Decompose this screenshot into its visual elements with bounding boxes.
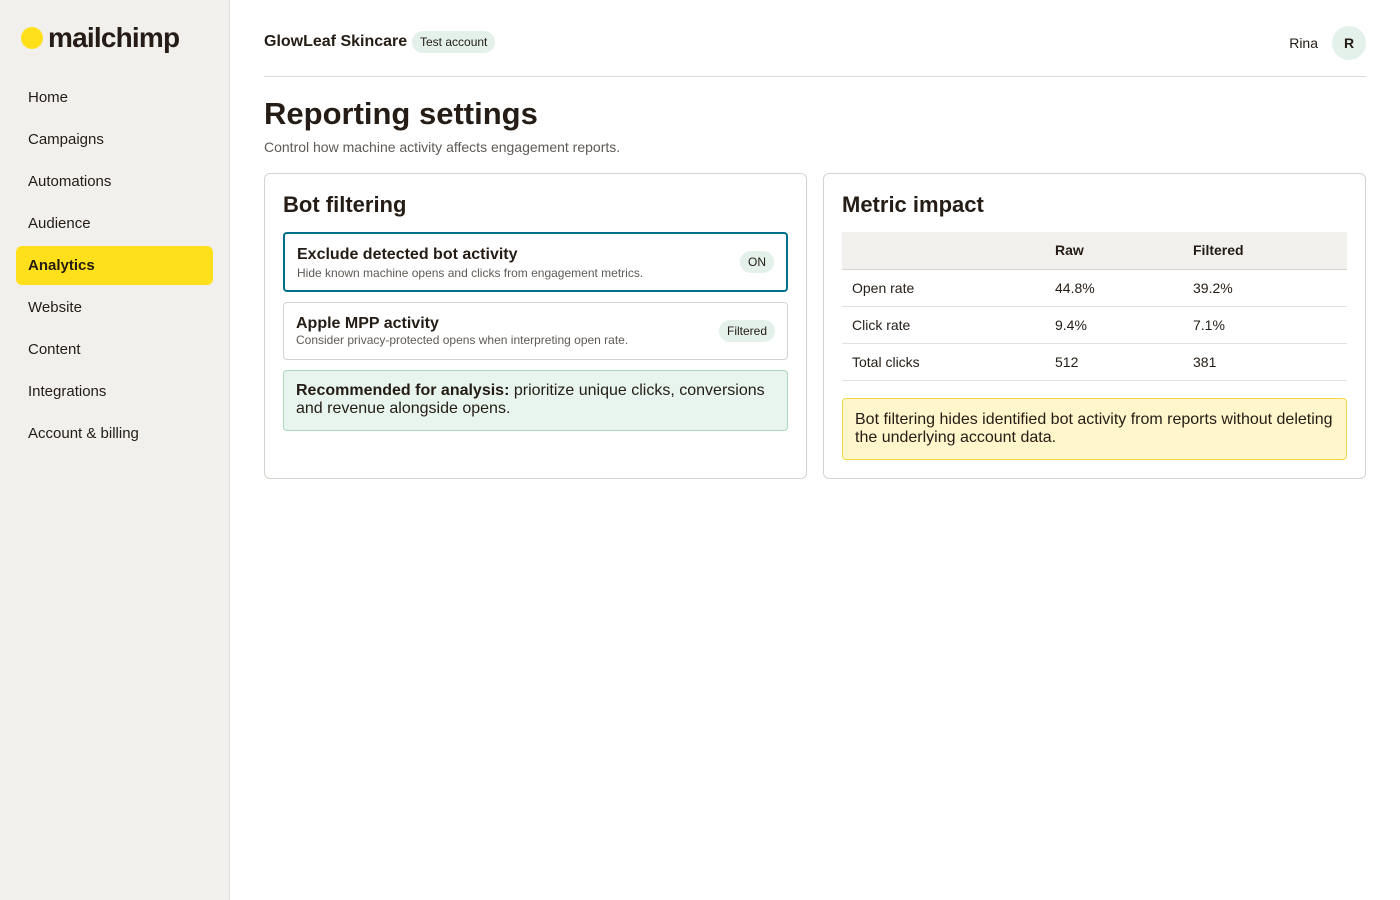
filtered-value: 7.1% <box>1183 306 1347 344</box>
table-row: Total clicks 512 381 <box>842 343 1347 381</box>
raw-value: 44.8% <box>1045 269 1183 307</box>
sidebar-item-automations[interactable]: Automations <box>16 162 213 201</box>
option-description: Consider privacy-protected opens when in… <box>296 333 629 347</box>
sidebar-item-website[interactable]: Website <box>16 288 213 327</box>
table-row: Open rate 44.8% 39.2% <box>842 269 1347 307</box>
metric-name: Click rate <box>842 306 1045 344</box>
top-bar: GlowLeaf Skincare Test account Rina R <box>264 0 1366 77</box>
column-header-filtered: Filtered <box>1183 232 1347 270</box>
filtered-status-badge[interactable]: Filtered <box>718 320 775 342</box>
page-subtitle: Control how machine activity affects eng… <box>264 139 621 155</box>
sidebar-nav: Home Campaigns Automations Audience Anal… <box>16 78 213 456</box>
filtered-value: 381 <box>1183 343 1347 381</box>
filtered-value: 39.2% <box>1183 269 1347 307</box>
exclude-bot-activity-option[interactable]: Exclude detected bot activity Hide known… <box>283 232 788 292</box>
bot-filtering-notice: Bot filtering hides identified bot activ… <box>842 398 1347 460</box>
sidebar-item-integrations[interactable]: Integrations <box>16 372 213 411</box>
main-content: GlowLeaf Skincare Test account Rina R Re… <box>264 0 1366 479</box>
raw-value: 9.4% <box>1045 306 1183 344</box>
metric-impact-title: Metric impact <box>842 192 984 217</box>
metric-impact-table: Raw Filtered Open rate 44.8% 39.2% Click… <box>842 232 1347 381</box>
test-account-badge: Test account <box>412 31 496 53</box>
recommendation-callout: Recommended for analysis: prioritize uni… <box>283 370 788 431</box>
option-title: Exclude detected bot activity <box>297 246 518 263</box>
metric-impact-card: Metric impact Raw Filtered Open rate 44.… <box>823 173 1366 479</box>
page-title: Reporting settings <box>264 96 538 131</box>
sidebar-item-analytics[interactable]: Analytics <box>16 246 213 285</box>
table-header-row: Raw Filtered <box>842 232 1347 270</box>
option-description: Hide known machine opens and clicks from… <box>297 266 644 280</box>
sidebar-item-account-billing[interactable]: Account & billing <box>16 414 213 453</box>
logo-mark-icon <box>21 27 43 49</box>
sidebar-item-audience[interactable]: Audience <box>16 204 213 243</box>
account-name[interactable]: GlowLeaf Skincare <box>264 33 407 51</box>
apple-mpp-option[interactable]: Apple MPP activity Consider privacy-prot… <box>283 302 788 360</box>
brand-logo[interactable]: mailchimp <box>21 22 180 54</box>
option-title: Apple MPP activity <box>296 315 439 332</box>
column-header-metric <box>842 232 1045 270</box>
sidebar-item-content[interactable]: Content <box>16 330 213 369</box>
raw-value: 512 <box>1045 343 1183 381</box>
sidebar-item-campaigns[interactable]: Campaigns <box>16 120 213 159</box>
avatar[interactable]: R <box>1332 26 1366 60</box>
metric-name: Open rate <box>842 269 1045 307</box>
table-row: Click rate 9.4% 7.1% <box>842 306 1347 344</box>
on-toggle-badge[interactable]: ON <box>740 251 774 273</box>
sidebar-item-home[interactable]: Home <box>16 78 213 117</box>
user-name[interactable]: Rina <box>1289 35 1318 51</box>
recommendation-label: Recommended for analysis: <box>296 382 510 399</box>
bot-filtering-card: Bot filtering Exclude detected bot activ… <box>264 173 807 479</box>
metric-name: Total clicks <box>842 343 1045 381</box>
bot-filtering-title: Bot filtering <box>283 192 407 217</box>
logo-wordmark: mailchimp <box>48 22 180 53</box>
sidebar: mailchimp Home Campaigns Automations Aud… <box>0 0 230 900</box>
column-header-raw: Raw <box>1045 232 1183 270</box>
